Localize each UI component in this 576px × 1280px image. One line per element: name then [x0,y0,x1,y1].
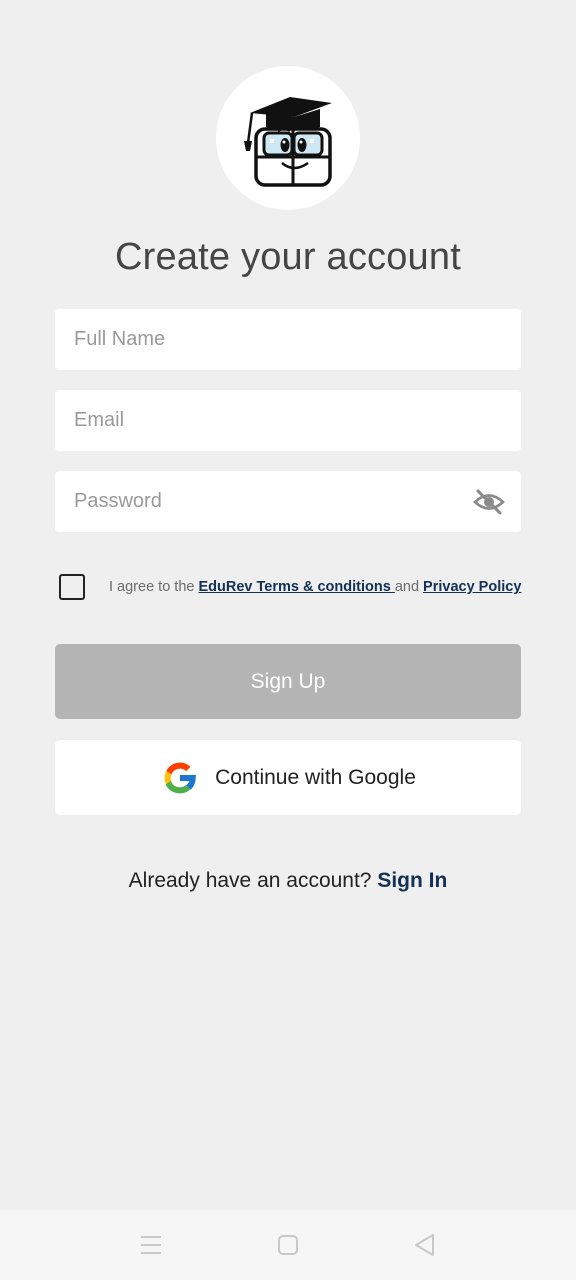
terms-agreement-row: I agree to the EduRev Terms & conditions… [59,574,529,604]
email-field[interactable] [55,390,521,451]
agree-prefix: I agree to the [109,579,199,595]
back-triangle-icon[interactable] [412,1232,438,1258]
terms-agreement-text: I agree to the EduRev Terms & conditions… [109,579,521,595]
eye-off-icon[interactable] [473,489,505,515]
google-button-label: Continue with Google [215,765,416,789]
page-title: Create your account [115,236,461,278]
terms-checkbox[interactable] [59,574,85,600]
full-name-field[interactable] [55,309,521,370]
signup-screen: Create your account I agree to the EduRe… [0,0,576,1280]
edurev-owl-logo-icon [244,97,332,187]
privacy-policy-link[interactable]: Privacy Policy [423,579,521,595]
already-have-account-text: Already have an account? [128,869,378,892]
password-field[interactable] [55,471,521,532]
google-g-icon [164,762,197,793]
sign-in-prompt: Already have an account? Sign In [0,869,576,893]
sign-up-button[interactable]: Sign Up [55,644,521,719]
system-navigation-bar [0,1210,576,1280]
agree-and: and [394,579,424,595]
email-input[interactable] [55,390,521,451]
home-square-icon[interactable] [275,1232,301,1258]
password-input[interactable] [55,471,521,532]
menu-icon[interactable] [138,1232,164,1258]
sign-in-link[interactable]: Sign In [377,869,447,892]
terms-link[interactable]: EduRev Terms & conditions [198,579,394,595]
app-logo [216,66,360,210]
continue-with-google-button[interactable]: Continue with Google [55,740,521,815]
full-name-input[interactable] [55,309,521,370]
